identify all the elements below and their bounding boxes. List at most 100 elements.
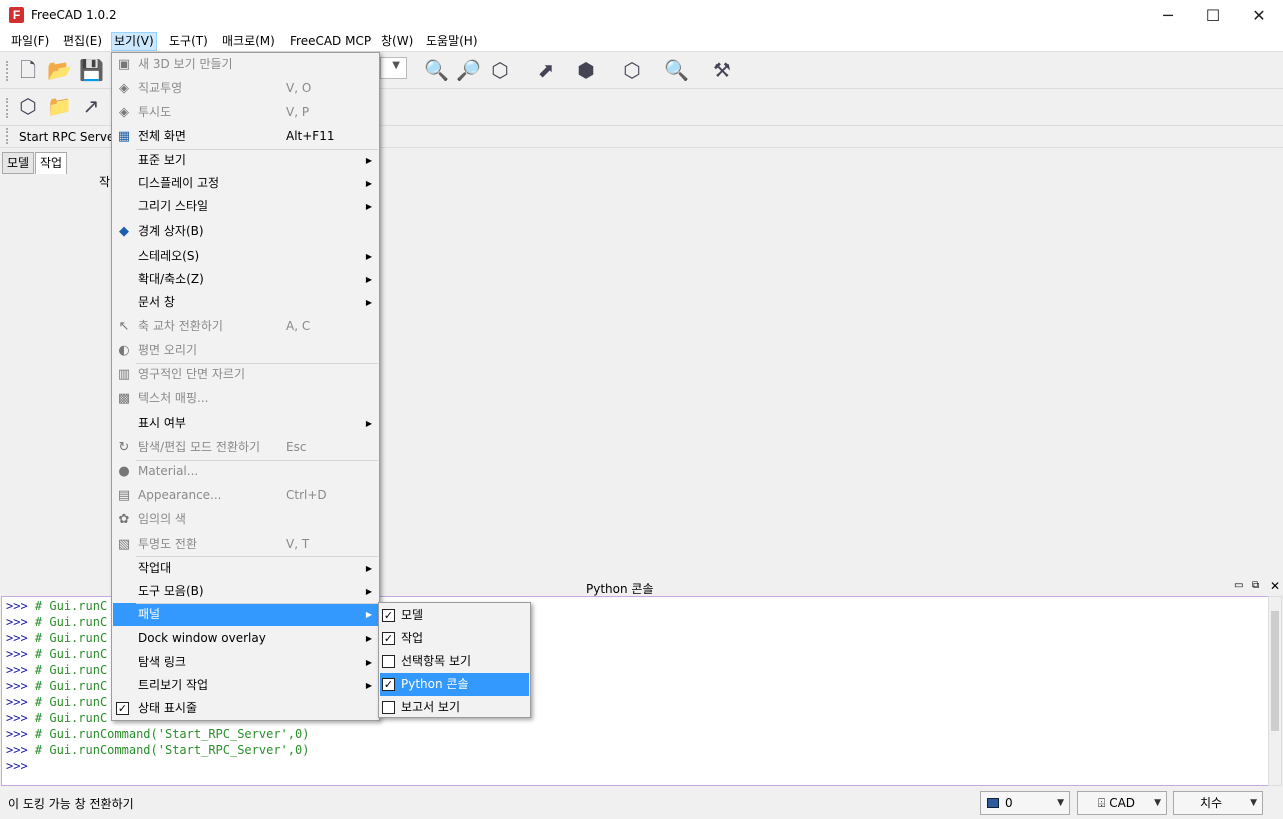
view-menu-item-25[interactable]: Dock window overlay ▶ xyxy=(113,627,378,650)
view-menu-item-4[interactable]: ▦ 전체 화면 Alt+F11 xyxy=(113,125,378,148)
panel-item-1[interactable]: ✓ 모델 xyxy=(380,604,529,627)
panel-item-3[interactable]: 선택항목 보기 xyxy=(380,650,529,673)
close-button[interactable]: ✕ xyxy=(1236,0,1282,31)
view-menu-item-18[interactable]: ● Material... xyxy=(113,460,378,483)
view-menu-item-17[interactable]: ↻ 탐색/편집 모드 전환하기 Esc xyxy=(113,436,378,459)
view-menu-item-21[interactable]: ▧ 투명도 전환 V, T xyxy=(113,533,378,556)
view-menu-item-27[interactable]: 트리보기 작업 ▶ xyxy=(113,674,378,697)
view-menu-item-11[interactable]: 문서 창 ▶ xyxy=(113,291,378,314)
dock-overlay-icon[interactable]: ▭ xyxy=(1234,580,1243,591)
view-menu-item-7[interactable]: 그리기 스타일 ▶ xyxy=(113,195,378,218)
isometric-view-icon[interactable]: ⬡ xyxy=(488,58,512,82)
view-menu-item-22[interactable]: 작업대 ▶ xyxy=(113,557,378,580)
status-dropdown-1[interactable]: 0 ▼ xyxy=(980,791,1070,815)
menu-item-label: 작업대 xyxy=(138,561,172,575)
menu-freecad-mcp[interactable]: FreeCAD MCP xyxy=(288,32,373,51)
view-menu-item-20[interactable]: ✿ 임의의 색 xyxy=(113,508,378,531)
menu-item-label: 디스플레이 고정 xyxy=(138,176,220,190)
toolbar-grip[interactable] xyxy=(6,61,9,81)
maximize-button[interactable]: ☐ xyxy=(1190,0,1236,31)
view-box-icon[interactable]: ⬡ xyxy=(620,58,644,82)
panel-item-2[interactable]: ✓ 작업 xyxy=(380,627,529,650)
view-menu-item-6[interactable]: 디스플레이 고정 ▶ xyxy=(113,172,378,195)
panel-submenu: ✓ 모델 ✓ 작업선택항목 보기 ✓ Python 콘솔보고서 보기 xyxy=(378,602,531,718)
menu-window[interactable]: 창(W) xyxy=(379,32,415,51)
view-menu-item-26[interactable]: 탐색 링크 ▶ xyxy=(113,651,378,674)
tab-task[interactable]: 작업 xyxy=(35,152,68,174)
panel-item-5[interactable]: 보고서 보기 xyxy=(380,696,529,719)
submenu-arrow-icon: ▶ xyxy=(365,156,372,165)
checkbox-checked-icon: ✓ xyxy=(116,702,129,715)
menu-help[interactable]: 도움말(H) xyxy=(424,32,480,51)
checkbox-checked-icon[interactable]: ✓ xyxy=(382,632,395,645)
ortho-cube-icon: ◈ xyxy=(119,81,129,96)
panel-item-label: 보고서 보기 xyxy=(401,700,461,714)
menu-file[interactable]: 파일(F) xyxy=(9,32,51,51)
menu-view[interactable]: 보기(V) xyxy=(111,32,157,51)
view-menu-item-24[interactable]: 패널 ▶ xyxy=(113,603,378,626)
view-menu-item-14[interactable]: ▥ 영구적인 단면 자르기 xyxy=(113,363,378,386)
console-command: # Gui.runC xyxy=(34,647,108,661)
view-menu-item-8[interactable]: ◆ 경계 상자(B) xyxy=(113,220,378,243)
checkbox-checked-icon[interactable]: ✓ xyxy=(382,678,395,691)
save-icon[interactable]: 💾 xyxy=(79,58,104,82)
random-color-icon: ✿ xyxy=(118,512,130,527)
menu-item-label: 상태 표시줄 xyxy=(138,701,198,715)
view-menu-item-28[interactable]: ✓ 상태 표시줄 xyxy=(113,697,378,720)
view-menu-item-13[interactable]: ◐ 평면 오리기 xyxy=(113,339,378,362)
view-menu-item-12[interactable]: ↖ 축 교차 전환하기 A, C xyxy=(113,315,378,338)
minimize-button[interactable]: ─ xyxy=(1145,0,1191,31)
view-menu-item-5[interactable]: 표준 보기 ▶ xyxy=(113,149,378,172)
console-line: >>> # Gui.runCommand('Start_RPC_Server',… xyxy=(6,726,1268,742)
menu-item-shortcut: V, O xyxy=(286,81,312,95)
view-menu-item-15[interactable]: ▩ 텍스처 매핑... xyxy=(113,387,378,410)
status-message: 이 도킹 가능 창 전환하기 xyxy=(8,797,134,811)
panel-item-label: 선택항목 보기 xyxy=(401,654,472,668)
fit-selection-icon[interactable]: 🔎 xyxy=(456,58,481,82)
checkbox-unchecked-icon[interactable] xyxy=(382,701,395,714)
menu-item-label: 트리보기 작업 xyxy=(138,678,209,692)
view-menu-item-16[interactable]: 표시 여부 ▶ xyxy=(113,412,378,435)
checkbox-checked-icon[interactable]: ✓ xyxy=(382,609,395,622)
view-menu-item-1[interactable]: ▣ 새 3D 보기 만들기 xyxy=(113,53,378,76)
checkbox-unchecked-icon[interactable] xyxy=(382,655,395,668)
measure-icon[interactable]: ⬈ xyxy=(534,58,558,82)
draw-style-icon[interactable]: ⬢ xyxy=(574,58,598,82)
workbench-selector[interactable]: ▼ xyxy=(380,57,407,79)
view-menu-item-9[interactable]: 스테레오(S) ▶ xyxy=(113,245,378,268)
view-menu-item-2[interactable]: ◈ 직교투영 V, O xyxy=(113,77,378,100)
menu-edit[interactable]: 편집(E) xyxy=(61,32,104,51)
menu-item-label: 문서 창 xyxy=(138,295,175,309)
menu-separator xyxy=(136,149,378,150)
zoom-icon[interactable]: 🔍 xyxy=(664,58,689,82)
group-folder-icon[interactable]: 📁 xyxy=(47,94,72,118)
part-icon[interactable]: ⬡ xyxy=(16,94,40,118)
fit-all-icon[interactable]: 🔍 xyxy=(424,58,449,82)
open-document-icon[interactable]: 📂 xyxy=(47,58,72,82)
units-dropdown[interactable]: 치수 ▼ xyxy=(1173,791,1263,815)
menu-item-label: 평면 오리기 xyxy=(138,343,198,357)
scrollbar-thumb[interactable] xyxy=(1271,611,1279,731)
new-document-icon[interactable]: 🗋 xyxy=(16,58,40,82)
view-menu-item-10[interactable]: 확대/축소(Z) ▶ xyxy=(113,268,378,291)
caliper-icon[interactable]: ⚒ xyxy=(710,58,734,82)
menu-macro[interactable]: 매크로(M) xyxy=(220,32,277,51)
navigation-style-dropdown[interactable]: ⌹ CAD ▼ xyxy=(1077,791,1167,815)
menu-tools[interactable]: 도구(T) xyxy=(167,32,210,51)
console-scrollbar[interactable] xyxy=(1268,596,1282,786)
start-rpc-server-button[interactable]: Start RPC Server xyxy=(19,130,119,144)
panel-item-4[interactable]: ✓ Python 콘솔 xyxy=(380,673,529,696)
toolbar-grip[interactable] xyxy=(6,128,9,144)
color-swatch-icon xyxy=(987,798,999,808)
panel-item-label: 모델 xyxy=(401,608,424,622)
menu-item-shortcut: Ctrl+D xyxy=(286,488,327,502)
menu-item-label: 도구 모음(B) xyxy=(138,584,204,598)
tab-model[interactable]: 모델 xyxy=(2,152,35,174)
toolbar-grip[interactable] xyxy=(6,98,9,118)
view-menu-item-19[interactable]: ▤ Appearance... Ctrl+D xyxy=(113,484,378,507)
dock-close-icon[interactable]: ✕ xyxy=(1270,579,1280,593)
view-menu-item-23[interactable]: 도구 모음(B) ▶ xyxy=(113,580,378,603)
dock-float-icon[interactable]: ⧉ xyxy=(1252,580,1259,591)
view-menu-item-3[interactable]: ◈ 투시도 V, P xyxy=(113,101,378,124)
link-icon[interactable]: ↗ xyxy=(79,94,103,118)
